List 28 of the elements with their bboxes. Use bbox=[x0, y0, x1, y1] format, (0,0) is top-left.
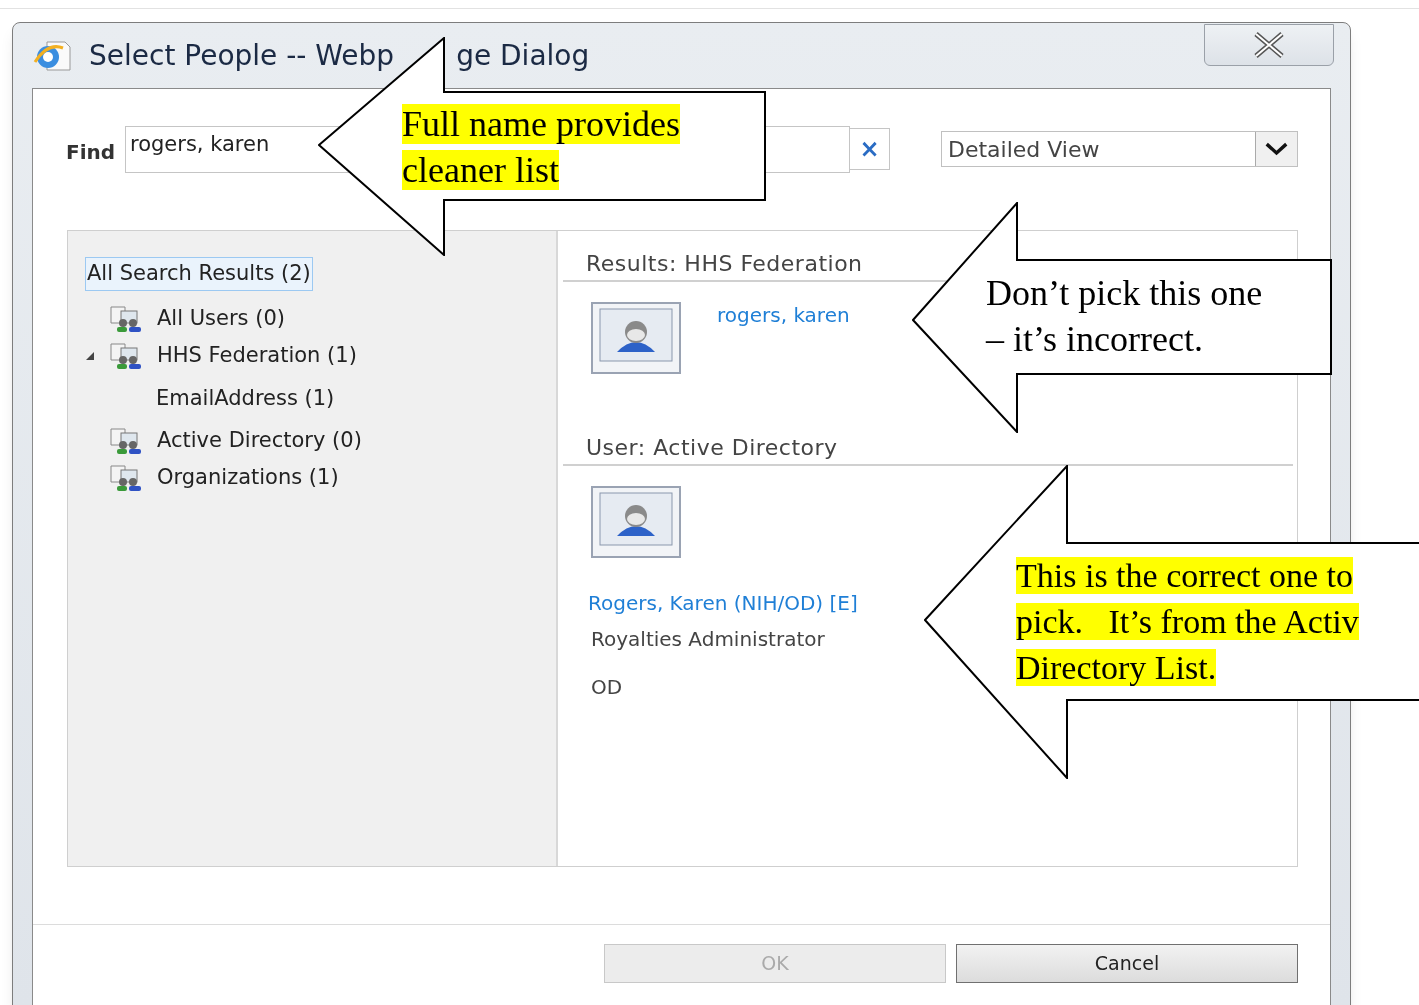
close-icon bbox=[1252, 32, 1286, 58]
department: OD bbox=[591, 674, 623, 701]
person-name-link[interactable]: rogers, karen bbox=[717, 300, 850, 330]
cancel-button[interactable]: Cancel bbox=[956, 944, 1298, 983]
callout-text: – it’s incorrect. bbox=[986, 319, 1203, 359]
window-title: Select People -- Webp bbox=[89, 37, 395, 74]
tree-item[interactable]: HHS Federation (1) bbox=[157, 340, 357, 372]
tree-item[interactable]: All Users (0) bbox=[157, 303, 285, 335]
view-dropdown[interactable]: Detailed View bbox=[941, 131, 1298, 167]
browser-page-icon bbox=[33, 39, 71, 72]
clear-button[interactable]: × bbox=[850, 128, 890, 170]
close-button[interactable] bbox=[1204, 24, 1334, 66]
find-label: Find bbox=[66, 139, 117, 166]
window-title: ge Dialog bbox=[456, 37, 590, 74]
tree-item[interactable]: Active Directory (0) bbox=[157, 425, 362, 457]
callout-text: pick. It’s from the Activ bbox=[1016, 603, 1359, 640]
tree-item[interactable]: EmailAddress (1) bbox=[156, 382, 335, 415]
section-heading: User: Active Directory bbox=[563, 432, 1293, 466]
callout-text: Directory List. bbox=[1016, 649, 1217, 686]
person-avatar-icon bbox=[591, 302, 681, 374]
person-name-link[interactable]: Rogers, Karen (NIH/OD) [E] bbox=[588, 588, 858, 618]
job-title: Royalties Administrator bbox=[591, 626, 825, 653]
expanded-triangle-icon[interactable] bbox=[85, 351, 95, 361]
tree-item[interactable]: Organizations (1) bbox=[157, 462, 339, 494]
person-avatar-icon bbox=[591, 486, 681, 558]
tree-root-item[interactable]: All Search Results (2) bbox=[85, 257, 313, 291]
callout-text: This is the correct one to bbox=[1016, 557, 1354, 594]
chevron-down-icon bbox=[1255, 132, 1297, 166]
